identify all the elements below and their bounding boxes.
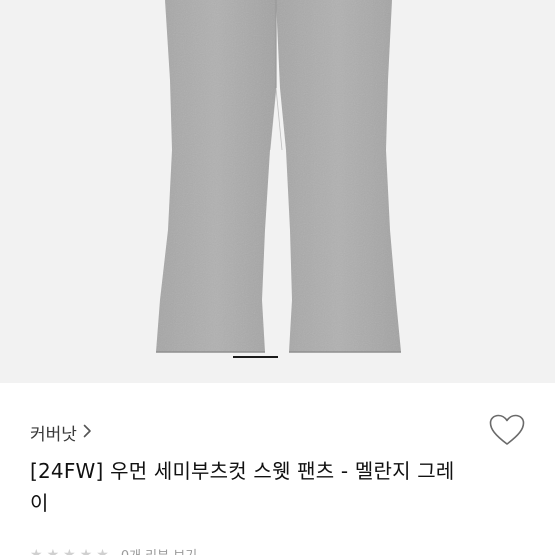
- chevron-right-icon: [83, 423, 92, 443]
- gray-pants-image: [156, 0, 401, 353]
- heart-outline-icon: [489, 414, 525, 450]
- rating-stars: ★ ★ ★ ★ ★: [30, 547, 109, 555]
- star-icon: ★: [63, 546, 76, 555]
- product-title: [24FW] 우먼 세미부츠컷 스웻 팬츠 - 멜란지 그레이: [30, 459, 455, 515]
- wishlist-button[interactable]: [487, 413, 527, 451]
- product-image[interactable]: [0, 0, 555, 383]
- rating-row[interactable]: ★ ★ ★ ★ ★ 0개 리뷰 보기: [30, 545, 197, 555]
- star-icon: ★: [30, 546, 43, 555]
- brand-link[interactable]: 커버낫: [30, 420, 92, 445]
- star-icon: ★: [96, 546, 109, 555]
- star-icon: ★: [46, 546, 60, 555]
- carousel-active-segment: [233, 356, 278, 358]
- review-count-link[interactable]: 0개 리뷰 보기: [121, 545, 197, 555]
- carousel-indicator: [0, 356, 555, 358]
- star-icon: ★: [79, 546, 93, 555]
- brand-label: 커버낫: [30, 425, 77, 445]
- product-info-panel: 커버낫 [24FW] 우먼 세미부츠컷 스웻 팬츠 - 멜란지 그레이 ★ ★ …: [0, 383, 555, 555]
